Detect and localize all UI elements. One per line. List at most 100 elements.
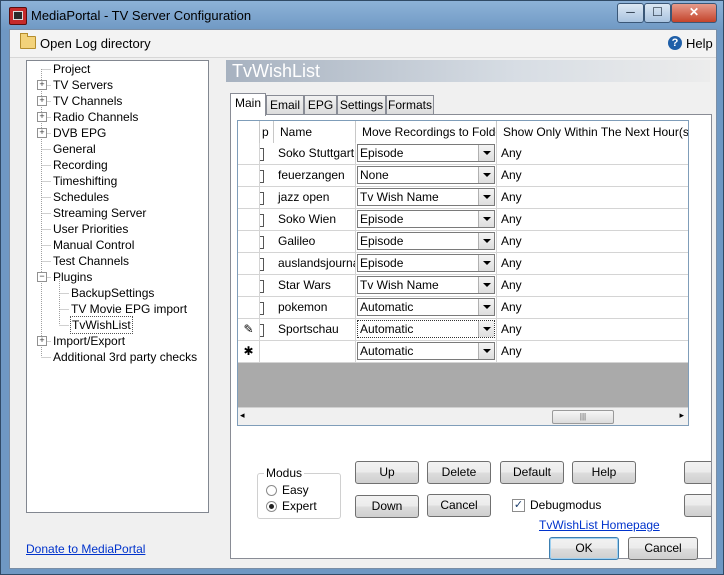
partial-button-bottom[interactable] bbox=[684, 494, 711, 517]
column-header-name[interactable]: Name bbox=[274, 121, 356, 143]
row-checkbox[interactable] bbox=[260, 236, 264, 249]
expand-icon[interactable]: + bbox=[37, 128, 47, 138]
expert-radio[interactable] bbox=[266, 501, 277, 512]
folder-combo[interactable]: Episode bbox=[357, 254, 495, 272]
dropdown-arrow-icon[interactable] bbox=[478, 343, 494, 359]
hours-cell[interactable]: Any bbox=[497, 297, 688, 318]
help-toolbar-button[interactable]: Help bbox=[686, 36, 713, 51]
row-header[interactable] bbox=[238, 253, 260, 274]
maximize-button[interactable]: ☐ bbox=[644, 3, 671, 23]
name-cell[interactable] bbox=[274, 341, 356, 362]
table-row[interactable]: ✎ Sportschau Automatic Any bbox=[238, 319, 688, 341]
name-cell[interactable]: pokemon bbox=[274, 297, 356, 318]
tree-item-user-priorities[interactable]: User Priorities bbox=[53, 221, 128, 237]
table-row[interactable]: Star Wars Tv Wish Name Any bbox=[238, 275, 688, 297]
dropdown-arrow-icon[interactable] bbox=[478, 255, 494, 271]
tvwishlist-homepage-link[interactable]: TvWishList Homepage bbox=[539, 518, 660, 532]
row-header[interactable] bbox=[238, 297, 260, 318]
table-row[interactable]: feuerzangen None Any bbox=[238, 165, 688, 187]
table-row[interactable]: Galileo Episode Any bbox=[238, 231, 688, 253]
tab-main[interactable]: Main bbox=[230, 93, 266, 116]
help-icon[interactable]: ? bbox=[668, 36, 682, 50]
tree-item-recording[interactable]: Recording bbox=[53, 157, 108, 173]
folder-combo[interactable]: None bbox=[357, 166, 495, 184]
new-row[interactable]: ✱ Automatic Any bbox=[238, 341, 688, 363]
donate-link[interactable]: Donate to MediaPortal bbox=[26, 542, 145, 556]
tree-item-backupsettings[interactable]: BackupSettings bbox=[71, 285, 154, 301]
close-button[interactable]: ✕ bbox=[671, 3, 717, 23]
row-header[interactable] bbox=[238, 209, 260, 230]
easy-radio[interactable] bbox=[266, 485, 277, 496]
row-checkbox[interactable] bbox=[260, 302, 264, 315]
table-row[interactable]: pokemon Automatic Any bbox=[238, 297, 688, 319]
tab-settings[interactable]: Settings bbox=[337, 95, 386, 114]
folder-combo[interactable]: Tv Wish Name bbox=[357, 188, 495, 206]
row-checkbox[interactable] bbox=[260, 324, 264, 337]
delete-button[interactable]: Delete bbox=[427, 461, 491, 484]
row-header[interactable] bbox=[238, 275, 260, 296]
tree-item-tv-channels[interactable]: TV Channels bbox=[53, 93, 122, 109]
folder-combo[interactable]: Episode bbox=[357, 232, 495, 250]
open-log-directory-button[interactable]: Open Log directory bbox=[40, 36, 151, 51]
row-header[interactable] bbox=[238, 143, 260, 164]
hours-cell[interactable]: Any bbox=[497, 231, 688, 252]
row-header[interactable]: ✱ bbox=[238, 341, 260, 362]
scroll-right-arrow-icon[interactable]: ▸ bbox=[679, 410, 684, 421]
expand-icon[interactable]: + bbox=[37, 336, 47, 346]
folder-combo[interactable]: Automatic bbox=[357, 320, 495, 338]
name-cell[interactable]: jazz open bbox=[274, 187, 356, 208]
expand-icon[interactable]: + bbox=[37, 80, 47, 90]
navigation-tree[interactable]: Project TV Servers + TV Channels + Radio Chan… bbox=[26, 60, 209, 513]
folder-icon[interactable] bbox=[20, 33, 36, 49]
table-row[interactable]: Soko Stuttgart Episode Any bbox=[238, 143, 688, 165]
table-row[interactable]: jazz open Tv Wish Name Any bbox=[238, 187, 688, 209]
hours-cell[interactable]: Any bbox=[497, 187, 688, 208]
scroll-left-arrow-icon[interactable]: ◂ bbox=[240, 410, 245, 421]
dropdown-arrow-icon[interactable] bbox=[478, 233, 494, 249]
tree-item-schedules[interactable]: Schedules bbox=[53, 189, 109, 205]
folder-combo[interactable]: Episode bbox=[357, 210, 495, 228]
dropdown-arrow-icon[interactable] bbox=[478, 321, 494, 337]
tab-email[interactable]: Email bbox=[266, 95, 304, 114]
tree-item-streaming-server[interactable]: Streaming Server bbox=[53, 205, 146, 221]
dropdown-arrow-icon[interactable] bbox=[478, 211, 494, 227]
hours-cell[interactable]: Any bbox=[497, 341, 688, 362]
row-header[interactable] bbox=[238, 231, 260, 252]
tree-item-additional-3rd-party-checks[interactable]: Additional 3rd party checks bbox=[53, 349, 197, 365]
help-button[interactable]: Help bbox=[572, 461, 636, 484]
tree-item-test-channels[interactable]: Test Channels bbox=[53, 253, 129, 269]
dropdown-arrow-icon[interactable] bbox=[478, 145, 494, 161]
column-header-p[interactable]: p bbox=[260, 121, 274, 143]
up-button[interactable]: Up bbox=[355, 461, 419, 484]
folder-combo[interactable]: Tv Wish Name bbox=[357, 276, 495, 294]
default-button[interactable]: Default bbox=[500, 461, 564, 484]
column-header-hours[interactable]: Show Only Within The Next Hour(s) bbox=[497, 121, 688, 143]
hours-cell[interactable]: Any bbox=[497, 143, 688, 164]
table-row[interactable]: Soko Wien Episode Any bbox=[238, 209, 688, 231]
name-cell[interactable]: Soko Wien bbox=[274, 209, 356, 230]
tab-epg[interactable]: EPG bbox=[304, 95, 337, 114]
dropdown-arrow-icon[interactable] bbox=[478, 167, 494, 183]
hours-cell[interactable]: Any bbox=[497, 165, 688, 186]
row-checkbox[interactable] bbox=[260, 280, 264, 293]
title-bar[interactable]: MediaPortal - TV Server Configuration ─ … bbox=[1, 1, 723, 29]
tree-item-manual-control[interactable]: Manual Control bbox=[53, 237, 134, 253]
horizontal-scrollbar[interactable]: ◂ ||| ▸ bbox=[238, 407, 688, 425]
expand-icon[interactable]: + bbox=[37, 112, 47, 122]
tree-item-radio-channels[interactable]: Radio Channels bbox=[53, 109, 138, 125]
cancel-edit-button[interactable]: Cancel bbox=[427, 494, 491, 517]
down-button[interactable]: Down bbox=[355, 495, 419, 518]
row-header[interactable] bbox=[238, 165, 260, 186]
name-cell[interactable]: Star Wars bbox=[274, 275, 356, 296]
name-cell[interactable]: Sportschau bbox=[274, 319, 356, 340]
tree-item-tv-servers[interactable]: TV Servers bbox=[53, 77, 113, 93]
expert-label[interactable]: Expert bbox=[282, 499, 317, 513]
tree-item-timeshifting[interactable]: Timeshifting bbox=[53, 173, 117, 189]
expand-icon[interactable]: + bbox=[37, 96, 47, 106]
folder-combo[interactable]: Automatic bbox=[357, 298, 495, 316]
hours-cell[interactable]: Any bbox=[497, 319, 688, 340]
name-cell[interactable]: feuerzangen bbox=[274, 165, 356, 186]
debugmodus-checkbox[interactable]: ✓ bbox=[512, 499, 525, 512]
row-checkbox[interactable] bbox=[260, 192, 264, 205]
collapse-icon[interactable]: − bbox=[37, 272, 47, 282]
